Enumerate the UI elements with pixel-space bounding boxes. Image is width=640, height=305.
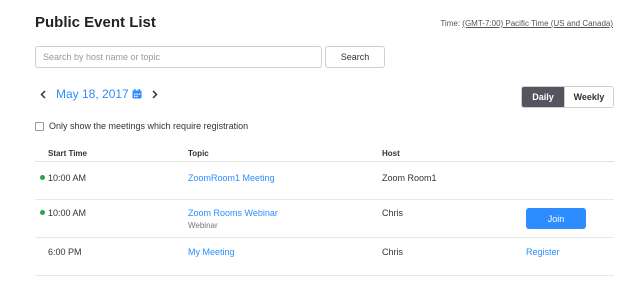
join-button[interactable]: Join (526, 208, 586, 229)
table-row: 6:00 PM My Meeting Chris Register (35, 238, 614, 276)
table-row: 10:00 AM ZoomRoom1 Meeting Zoom Room1 (35, 162, 614, 200)
start-time: 10:00 AM (48, 208, 87, 218)
chevron-left-icon[interactable] (36, 85, 50, 103)
date-navigator: May 18, 2017 (36, 85, 162, 103)
registration-filter-label: Only show the meetings which require reg… (49, 121, 249, 131)
timezone-link[interactable]: (GMT-7:00) Pacific Time (US and Canada) (462, 19, 613, 28)
chevron-right-icon[interactable] (148, 85, 162, 103)
view-toggle: Daily Weekly (521, 86, 614, 108)
table-header: Start Time Topic Host (35, 144, 614, 162)
daily-view-button[interactable]: Daily (522, 87, 564, 107)
event-table: Start Time Topic Host 10:00 AM ZoomRoom1… (35, 144, 614, 276)
current-date[interactable]: May 18, 2017 (56, 87, 129, 101)
topic-link[interactable]: My Meeting (188, 247, 235, 257)
start-time: 10:00 AM (48, 173, 87, 183)
column-start-time: Start Time (48, 149, 87, 158)
page-title: Public Event List (35, 14, 156, 31)
live-status-dot (40, 175, 45, 180)
register-link[interactable]: Register (526, 247, 560, 257)
host-name: Chris (382, 208, 404, 218)
column-host: Host (382, 149, 400, 158)
topic-type: Webinar (188, 221, 218, 230)
search-button[interactable]: Search (325, 46, 385, 68)
table-row: 10:00 AM Zoom Rooms Webinar Webinar Chri… (35, 200, 614, 238)
start-time: 6:00 PM (48, 247, 82, 257)
host-name: Zoom Room1 (382, 173, 437, 183)
weekly-view-button[interactable]: Weekly (564, 87, 613, 107)
topic-link[interactable]: ZoomRoom1 Meeting (188, 173, 275, 183)
host-name: Chris (382, 247, 404, 257)
registration-filter: Only show the meetings which require reg… (35, 121, 248, 131)
search-input[interactable] (35, 46, 322, 68)
timezone-label: Time: (440, 19, 461, 28)
live-status-dot (40, 210, 45, 215)
column-topic: Topic (188, 149, 209, 158)
timezone-display: Time: (GMT-7:00) Pacific Time (US and Ca… (440, 19, 613, 28)
calendar-icon[interactable] (132, 89, 142, 99)
topic-link[interactable]: Zoom Rooms Webinar (188, 208, 278, 218)
registration-checkbox[interactable] (35, 121, 44, 131)
